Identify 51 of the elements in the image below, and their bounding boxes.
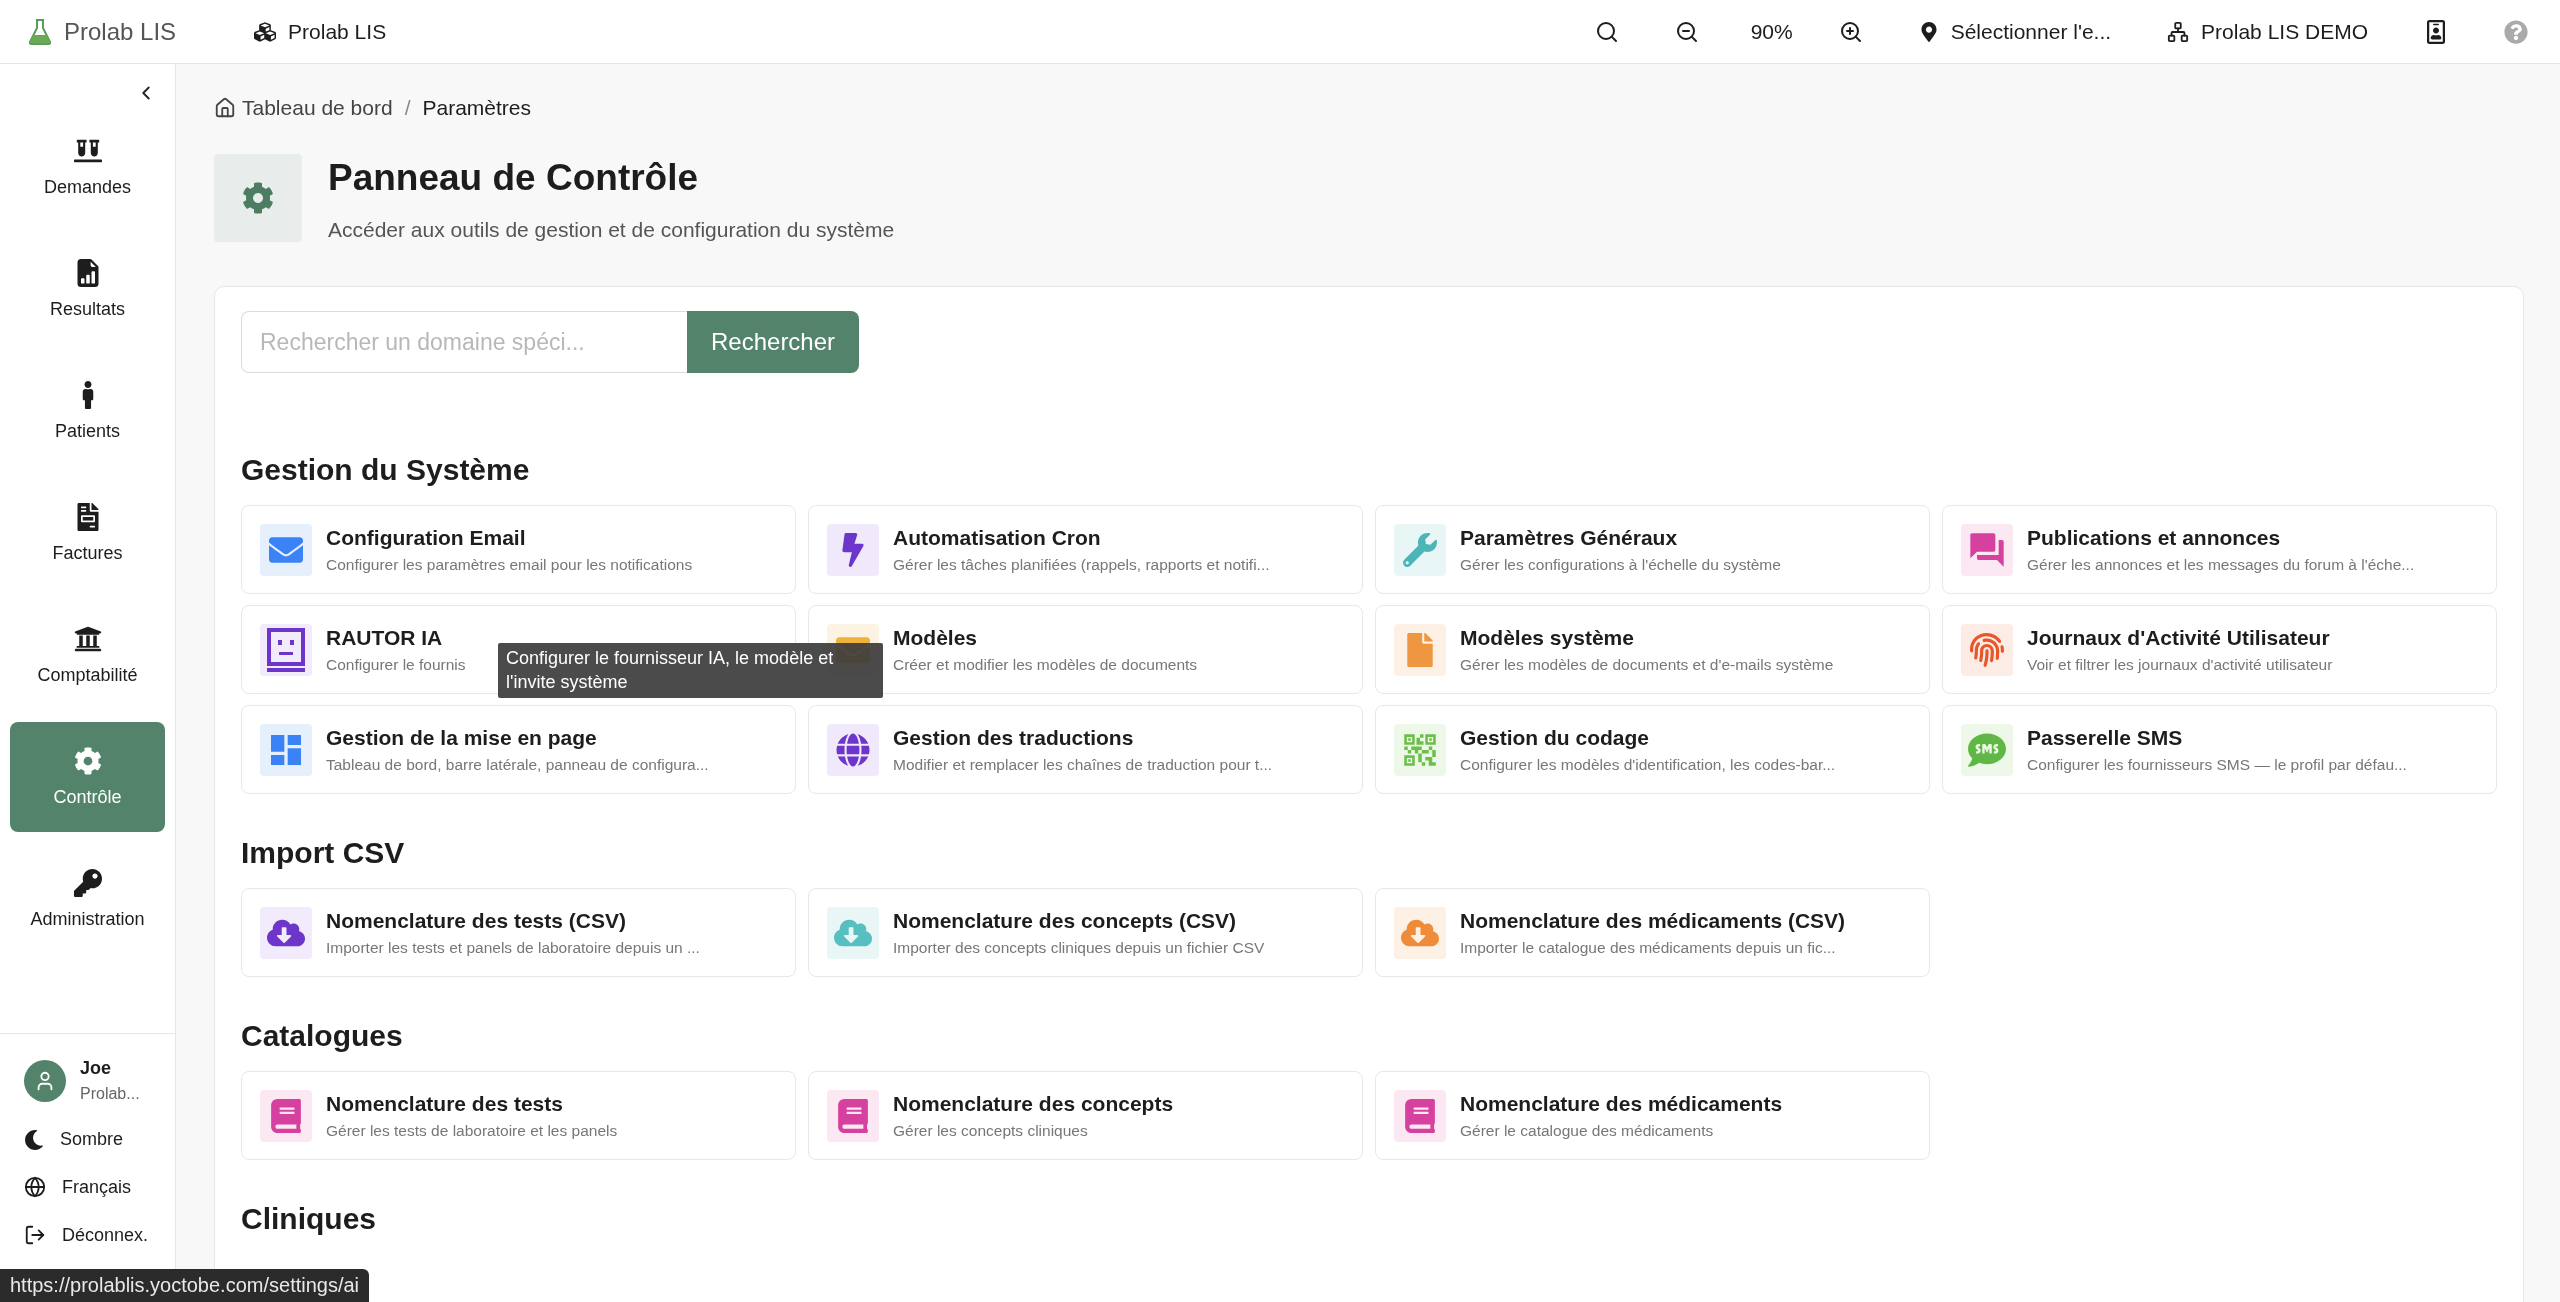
page-subtitle: Accéder aux outils de gestion et de configuration du système [328, 218, 895, 243]
card-description: Gérer les concepts cliniques [893, 1121, 1089, 1140]
card-description: Importer les tests et panels de laboratoire depuis un ... [326, 938, 700, 957]
card-title: Gestion des traductions [893, 725, 1135, 750]
card-title: Publications et annonces [2027, 525, 2282, 550]
section-title: Cliniques [241, 1202, 377, 1237]
card-description: Configurer le fournis [326, 655, 466, 674]
card-title: Nomenclature des médicaments (CSV) [1460, 908, 1846, 933]
card-description: Voir et filtrer les journaux d'activité utilisateur [2027, 655, 2333, 674]
card-description: Gérer les tests de laboratoire et les panels [326, 1121, 618, 1140]
card-title: Journaux d'Activité Utilisateur [2027, 625, 2331, 650]
status-url: https://prolablis.yoctobe.com/settings/ai [0, 1269, 370, 1302]
card-title: Nomenclature des médicaments [1460, 1091, 1783, 1116]
card-description: Modifier et remplacer les chaînes de traduction pour t... [893, 755, 1273, 774]
card-title: Nomenclature des concepts (CSV) [893, 908, 1238, 933]
card-title: Automatisation Cron [893, 525, 1102, 550]
card-description: Gérer les modèles de documents et d'e-mails système [1460, 655, 1834, 674]
section-title: Gestion du Système [241, 453, 531, 488]
card-description: Gérer les annonces et les messages du forum à l'éche... [2027, 555, 2415, 574]
breadcrumb-current: Paramètres [422, 96, 531, 120]
card-title: Configuration Email [326, 525, 527, 550]
organization-name: Prolab LIS [288, 19, 387, 44]
page-title: Panneau de Contrôle [328, 156, 700, 200]
card-description: Tableau de bord, barre latérale, panneau de configura... [326, 755, 709, 774]
card-title: Gestion de la mise en page [326, 725, 598, 750]
card-description: Configurer les paramètres email pour les notifications [326, 555, 693, 574]
card-title: Gestion du codage [1460, 725, 1651, 750]
card-description: Configurer les fournisseurs SMS — le profil par défau... [2027, 755, 2407, 774]
card-title: Modèles système [1460, 625, 1635, 650]
card-title: Paramètres Généraux [1460, 525, 1679, 550]
card-title: Nomenclature des concepts [893, 1091, 1174, 1116]
user-organization: Prolab... [80, 1085, 140, 1103]
card-description: Créer et modifier les modèles de documents [893, 655, 1198, 674]
section-title: Import CSV [241, 836, 406, 871]
app-brand: Prolab LIS [64, 17, 177, 46]
card-title: RAUTOR IA [326, 625, 444, 650]
breadcrumb-separator: / [404, 96, 411, 120]
zoom-level: 90% [1750, 19, 1793, 44]
card-description: Importer des concepts cliniques depuis un fichier CSV [893, 938, 1265, 957]
card-title: Nomenclature des tests [326, 1091, 564, 1116]
card-description: Configurer les modèles d'identification, les codes-bar... [1460, 755, 1836, 774]
card-title: Nomenclature des tests (CSV) [326, 908, 627, 933]
card-description: Gérer les tâches planifiées (rappels, rapports et notifi... [893, 555, 1270, 574]
card-description: Importer le catalogue des médicaments depuis un fic... [1460, 938, 1837, 957]
section-title: Catalogues [241, 1019, 404, 1054]
tooltip: Configurer le fournisseur IA, le modèle et l'invite système [498, 643, 883, 699]
card-description: Gérer les configurations à l'échelle du système [1460, 555, 1781, 574]
card-title: Passerelle SMS [2027, 725, 2184, 750]
card-description: Gérer le catalogue des médicaments [1460, 1121, 1715, 1140]
user-name: Joe [80, 1058, 113, 1079]
card-title: Modèles [893, 625, 979, 650]
